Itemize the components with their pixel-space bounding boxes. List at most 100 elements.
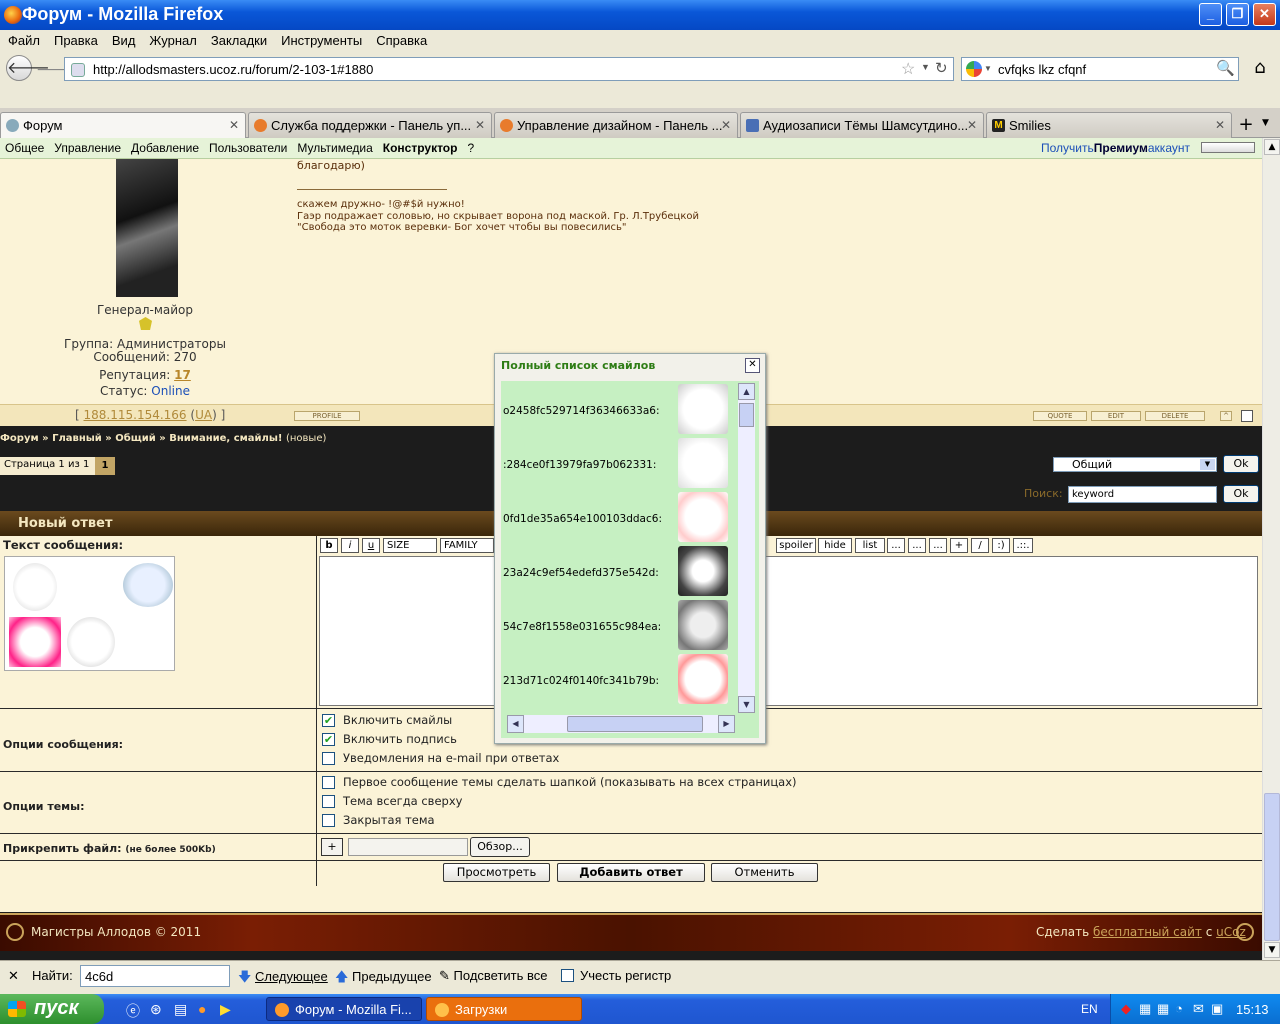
minimize-button[interactable]: _ xyxy=(1199,3,1222,26)
start-button[interactable]: пуск xyxy=(0,994,104,1024)
list-item[interactable]: o2458fc529714f36346633a6: xyxy=(501,381,741,435)
list-item[interactable]: 54c7e8f1558e031655c984ea: xyxy=(501,597,741,651)
menu-view[interactable]: Вид xyxy=(104,30,142,48)
close-find-bar-icon[interactable]: ✕ xyxy=(8,968,19,984)
url-bar[interactable]: http://allodsmasters.ucoz.ru/forum/2-103… xyxy=(64,57,954,81)
smiley-icon[interactable] xyxy=(678,438,728,488)
highlight-all-button[interactable]: ✎ Подсветить все xyxy=(439,968,548,984)
ucoz-menu-add[interactable]: Добавление xyxy=(126,138,204,155)
closed-topic-checkbox[interactable] xyxy=(322,814,335,827)
taskbar-firefox[interactable]: Форум - Mozilla Fi... xyxy=(266,997,422,1021)
toolbar-slash-button[interactable]: / xyxy=(971,538,989,553)
scroll-thumb[interactable] xyxy=(739,403,754,427)
ie-icon[interactable]: ⓔ xyxy=(126,1001,140,1021)
network-icon[interactable]: ▦ xyxy=(1139,1001,1151,1017)
tab-forum[interactable]: Форум ✕ xyxy=(0,112,246,139)
forum-go-button[interactable]: Ok xyxy=(1223,455,1259,473)
ucoz-bar-slider[interactable] xyxy=(1201,142,1255,153)
list-button[interactable]: list xyxy=(855,538,885,553)
ip-link[interactable]: 188.115.154.166 xyxy=(84,408,187,422)
reputation-link[interactable]: 17 xyxy=(174,368,191,382)
italic-button[interactable]: i xyxy=(341,538,359,553)
chevron-down-icon[interactable]: ▼ xyxy=(984,64,992,73)
home-icon[interactable]: ⌂ xyxy=(1246,57,1274,81)
close-tab-icon[interactable]: ✕ xyxy=(475,118,485,132)
tab-design[interactable]: Управление дизайном - Панель ... ✕ xyxy=(494,112,738,138)
find-previous-button[interactable]: 🡅 Предыдущее xyxy=(335,968,432,990)
forum-search-input[interactable]: keyword xyxy=(1068,486,1217,503)
scroll-right-arrow[interactable]: ▶ xyxy=(718,715,735,733)
close-tab-icon[interactable]: ✕ xyxy=(967,118,977,132)
tray-app-icon[interactable]: ✉ xyxy=(1193,1001,1204,1017)
scroll-top-icon[interactable]: ^ xyxy=(1220,411,1232,421)
ucoz-menu-users[interactable]: Пользователи xyxy=(204,138,292,155)
menu-bookmarks[interactable]: Закладки xyxy=(203,30,273,48)
smilies-button[interactable]: :) xyxy=(992,538,1010,553)
menu-edit[interactable]: Правка xyxy=(46,30,104,48)
smiley-icon[interactable] xyxy=(123,563,173,607)
page-scrollbar[interactable]: ▲ ▼ xyxy=(1262,138,1280,960)
smiley-icon[interactable] xyxy=(678,600,728,650)
enable-smilies-checkbox[interactable]: ✔ xyxy=(322,714,335,727)
menu-help[interactable]: Справка xyxy=(368,30,433,48)
close-window-button[interactable]: ✕ xyxy=(1253,3,1276,26)
add-attachment-button[interactable]: + xyxy=(321,838,343,856)
list-item[interactable]: 23a24c9ef54edefd375e542d: xyxy=(501,543,741,597)
toolbar-plus-button[interactable]: + xyxy=(950,538,968,553)
list-item[interactable]: 0fd1de35a654e100103ddac6: xyxy=(501,489,741,543)
country-link[interactable]: UA xyxy=(195,408,212,422)
ucoz-menu-constructor[interactable]: Конструктор xyxy=(378,138,463,155)
reload-icon[interactable]: ↻ xyxy=(935,59,948,77)
edit-button[interactable]: EDIT xyxy=(1091,411,1141,421)
explorer-icon[interactable]: ⊛ xyxy=(150,1001,162,1018)
smiley-icon[interactable] xyxy=(67,617,115,667)
speaker-icon[interactable]: ◔ xyxy=(1175,1001,1183,1016)
maximize-button[interactable]: ❐ xyxy=(1226,3,1249,26)
search-icon[interactable]: 🔍 xyxy=(1216,59,1235,77)
free-site-link[interactable]: бесплатный сайт xyxy=(1093,925,1202,939)
close-tab-icon[interactable]: ✕ xyxy=(229,118,239,132)
profile-button[interactable]: PROFILE xyxy=(294,411,360,421)
drive-icon[interactable]: ▤ xyxy=(174,1001,187,1018)
list-item[interactable]: :284ce0f13979fa97b062331: xyxy=(501,435,741,489)
quote-button[interactable]: QUOTE xyxy=(1033,411,1087,421)
toolbar-more-button[interactable]: ... xyxy=(908,538,926,553)
forum-search-button[interactable]: Ok xyxy=(1223,485,1259,503)
smiley-icon[interactable] xyxy=(13,563,57,611)
ucoz-menu-general[interactable]: Общее xyxy=(0,138,49,155)
firefox-icon[interactable]: ● xyxy=(198,1001,206,1017)
scroll-down-arrow[interactable]: ▼ xyxy=(738,696,755,713)
taskbar-downloads[interactable]: Загрузки xyxy=(426,997,582,1021)
list-item[interactable]: 213d71c024f0140fc341b79b: xyxy=(501,651,741,705)
site-identity-icon[interactable] xyxy=(71,63,85,77)
smiley-icon[interactable] xyxy=(678,384,728,434)
preview-button[interactable]: Просмотреть xyxy=(443,863,550,882)
tray-app-icon[interactable]: ▣ xyxy=(1211,1001,1223,1017)
language-indicator[interactable]: EN xyxy=(1081,1002,1098,1016)
find-next-button[interactable]: 🡇 Следующее xyxy=(238,968,328,990)
delete-button[interactable]: DELETE xyxy=(1145,411,1205,421)
menu-history[interactable]: Журнал xyxy=(141,30,202,48)
close-tab-icon[interactable]: ✕ xyxy=(1215,118,1225,132)
ucoz-menu-help[interactable]: ? xyxy=(462,138,479,155)
tray-app-icon[interactable]: ◆ xyxy=(1121,1001,1131,1017)
breadcrumb-topic[interactable]: Внимание, смайлы! xyxy=(169,433,282,444)
popup-vertical-scrollbar[interactable]: ▲ ▼ xyxy=(738,383,755,713)
scroll-down-arrow[interactable]: ▼ xyxy=(1264,942,1280,958)
smiley-icon[interactable] xyxy=(678,546,728,596)
pin-first-post-checkbox[interactable] xyxy=(322,776,335,789)
scroll-thumb[interactable] xyxy=(1264,793,1280,941)
smiley-icon[interactable] xyxy=(9,617,61,667)
close-popup-button[interactable]: ✕ xyxy=(745,358,760,373)
bookmark-star-icon[interactable]: ☆ xyxy=(901,59,915,79)
premium-link[interactable]: Получить Премиум аккаунт xyxy=(1041,138,1190,155)
size-select[interactable]: SIZE xyxy=(383,538,437,553)
close-tab-icon[interactable]: ✕ xyxy=(721,118,731,132)
breadcrumb-forum[interactable]: Форум xyxy=(0,433,39,444)
network-icon[interactable]: ▦ xyxy=(1157,1001,1169,1017)
breadcrumb-main[interactable]: Главный xyxy=(52,433,102,444)
popup-horizontal-scrollbar[interactable]: ◀ ▶ xyxy=(507,715,735,733)
email-notify-checkbox[interactable] xyxy=(322,752,335,765)
toolbar-dots-button[interactable]: .::. xyxy=(1013,538,1033,553)
forum-select[interactable]: Общий ▼ xyxy=(1053,457,1217,472)
